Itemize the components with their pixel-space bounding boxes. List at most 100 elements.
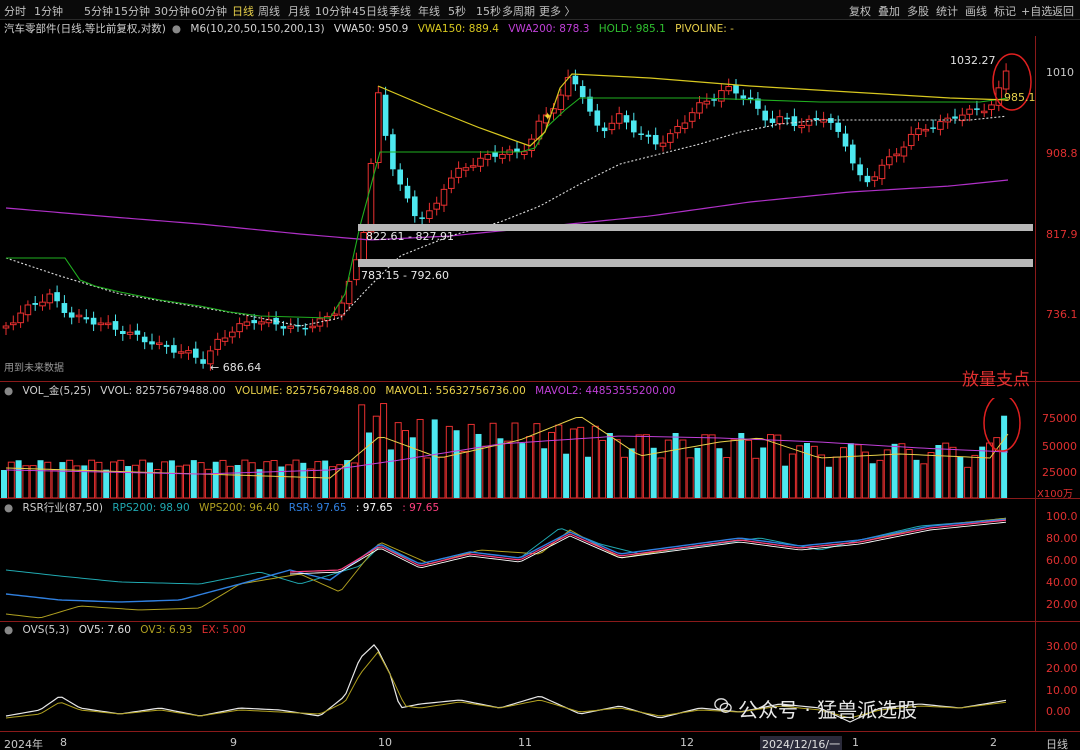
candle-body xyxy=(871,176,879,181)
volume-bar xyxy=(964,466,972,498)
timeframe-tab[interactable]: 10分钟 xyxy=(315,3,351,18)
volume-bar xyxy=(416,418,424,498)
candle-body xyxy=(980,110,988,114)
candle-body xyxy=(930,127,936,129)
candle-body xyxy=(412,196,418,217)
volume-bar xyxy=(738,433,745,498)
candle-body xyxy=(32,303,38,305)
volume-bar xyxy=(818,454,826,498)
volume-bar xyxy=(366,432,372,498)
volume-bar xyxy=(51,469,59,498)
volume-bar xyxy=(263,461,271,498)
volume-bar xyxy=(642,434,650,498)
candle-body xyxy=(711,99,717,101)
vwa200-value: VWA200: 878.3 xyxy=(508,23,590,35)
vol-title: VOL_金(5,25) xyxy=(22,385,91,397)
price-axis-label: 908.8 xyxy=(1046,147,1078,160)
timeframe-tab[interactable]: 分时 xyxy=(4,3,26,18)
timeframe-tab[interactable]: 日线 xyxy=(232,3,254,18)
candle-body xyxy=(2,325,10,329)
volume-bar xyxy=(219,459,227,498)
volume-bar xyxy=(876,459,884,498)
x-axis-label: 2 xyxy=(990,736,997,749)
panel-divider xyxy=(0,498,1080,499)
timeframe-tab[interactable]: 多周期 xyxy=(502,3,535,18)
settings-dot-icon[interactable]: ● xyxy=(4,624,13,636)
candle-body xyxy=(966,108,973,115)
volume-bar xyxy=(197,462,205,498)
candle-body xyxy=(309,325,316,329)
settings-dot-icon[interactable]: ● xyxy=(4,502,13,514)
volume-bar xyxy=(475,433,482,498)
volume-bar xyxy=(585,456,591,498)
vvol-value: VVOL: 82575679488.00 xyxy=(100,385,226,397)
pivoline-value: PIVOLINE: - xyxy=(675,23,734,35)
toolbar-tool-button[interactable]: 复权 xyxy=(849,3,871,19)
toolbar-tool-button[interactable]: 多股 xyxy=(907,3,929,19)
timeframe-tab[interactable]: 季线 xyxy=(389,3,411,18)
volume-bar xyxy=(891,443,898,498)
timeframe-tab[interactable]: 15分钟 xyxy=(114,3,150,18)
candle-body xyxy=(974,108,980,110)
timeframe-tab[interactable]: 1分钟 xyxy=(34,3,63,18)
candle-body xyxy=(900,146,908,157)
timeframe-tab[interactable]: 5秒 xyxy=(448,3,466,18)
timeframe-tab[interactable]: 周线 xyxy=(258,3,280,18)
candle-body xyxy=(236,323,243,333)
timeframe-tab[interactable]: 15秒 xyxy=(476,3,501,18)
volume-bar xyxy=(519,443,526,498)
x-axis-label: 8 xyxy=(60,736,67,749)
volume-bar xyxy=(110,461,117,498)
volume-bar xyxy=(497,438,504,498)
toolbar-tool-button[interactable]: 统计 xyxy=(936,3,958,19)
rsr-pink-line xyxy=(289,519,1007,573)
candle-body xyxy=(805,118,813,126)
candle-body xyxy=(469,165,477,168)
volume-bar xyxy=(883,449,891,498)
candle-body xyxy=(1002,70,1010,90)
volume-bar xyxy=(285,464,293,498)
toolbar-tool-button[interactable]: +自选 xyxy=(1021,3,1052,19)
toolbar-tool-button[interactable]: 叠加 xyxy=(878,3,900,19)
candle-body xyxy=(46,293,54,304)
candle-body xyxy=(367,162,375,233)
timeframe-tab[interactable]: 更多 〉 xyxy=(539,3,576,18)
candle-body xyxy=(221,337,229,342)
rsr-value: RSR: 97.65 xyxy=(288,502,347,514)
timeframe-tab[interactable]: 月线 xyxy=(288,3,310,18)
candle-body xyxy=(193,348,199,358)
volume-bar xyxy=(190,460,197,498)
timeframe-tab[interactable]: 年线 xyxy=(418,3,440,18)
candle-body xyxy=(835,122,841,132)
toolbar-tool-button[interactable]: 返回 xyxy=(1052,3,1074,19)
volume-bar xyxy=(621,456,628,498)
period-label: 日线 xyxy=(1046,738,1068,750)
price-chart: ✦ xyxy=(2,53,1033,371)
toolbar-tool-button[interactable]: 标记 xyxy=(994,3,1016,19)
x-axis-label: 11 xyxy=(518,736,532,749)
volume-bar xyxy=(1,470,7,498)
candle-body xyxy=(587,96,593,112)
volume-bar xyxy=(810,445,818,498)
candle-body xyxy=(177,351,185,354)
candle-body xyxy=(120,331,126,334)
settings-dot-icon[interactable]: ● xyxy=(172,23,181,35)
candle-body xyxy=(521,151,528,155)
ov3-value: OV3: 6.93 xyxy=(140,624,193,636)
rsr-extra-value: : 97.65 xyxy=(355,502,393,514)
ovs-axis-label: 30.00 xyxy=(1046,640,1078,653)
settings-dot-icon[interactable]: ● xyxy=(4,385,13,397)
timeframe-tab[interactable]: 30分钟 xyxy=(154,3,190,18)
timeframe-tab[interactable]: 5分钟 xyxy=(84,3,113,18)
candle-body xyxy=(287,325,294,329)
low-price-label: ← 686.64 xyxy=(210,361,262,374)
candle-body xyxy=(134,330,141,335)
toolbar-tool-button[interactable]: 画线 xyxy=(965,3,987,19)
volume-bar xyxy=(563,453,570,498)
timeframe-tab[interactable]: 45日线 xyxy=(352,3,388,18)
volume-bar xyxy=(898,443,906,498)
timeframe-tab[interactable]: 60分钟 xyxy=(191,3,227,18)
volume-bar xyxy=(920,463,928,498)
candle-body xyxy=(200,359,206,364)
volume-bar xyxy=(212,461,219,498)
